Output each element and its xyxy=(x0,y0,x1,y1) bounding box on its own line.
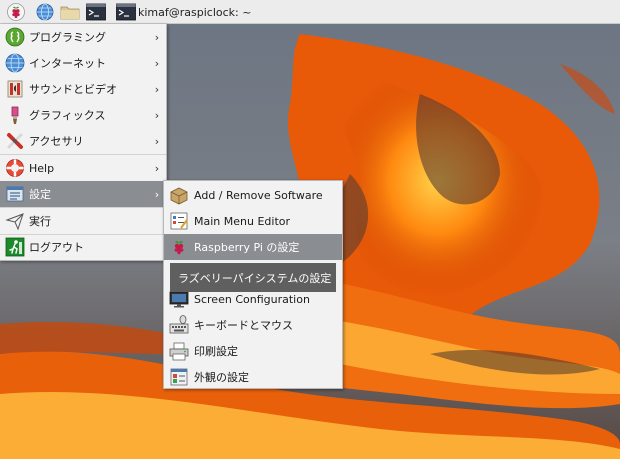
menu-item-internet[interactable]: インターネット › xyxy=(0,50,166,76)
raspberry-menu-button[interactable] xyxy=(6,2,26,22)
keyboard-mouse-icon xyxy=(169,315,189,334)
logout-icon xyxy=(5,237,25,257)
terminal-icon xyxy=(86,3,106,21)
menu-item-graphics[interactable]: グラフィックス › xyxy=(0,102,166,128)
folder-icon xyxy=(60,6,80,20)
programming-icon xyxy=(5,27,25,47)
submenu-item-label: Raspberry Pi の設定 xyxy=(194,241,300,254)
submenu-item-add-remove-software[interactable]: Add / Remove Software xyxy=(164,182,342,208)
preferences-icon xyxy=(6,186,24,202)
taskbar: kimaf@raspiclock: ~ xyxy=(0,0,620,24)
menu-item-label: インターネット xyxy=(29,57,106,70)
web-browser-launcher[interactable] xyxy=(35,2,55,22)
submenu-item-label: キーボードとマウス xyxy=(194,319,293,332)
menu-item-label: 設定 xyxy=(29,188,51,201)
submenu-item-label: Add / Remove Software xyxy=(194,188,323,202)
menu-item-logout[interactable]: ログアウト xyxy=(0,234,166,260)
submenu-item-label: Screen Configuration xyxy=(194,292,310,306)
menu-editor-icon xyxy=(170,212,188,230)
globe-icon xyxy=(36,3,54,21)
submenu-item-main-menu-editor[interactable]: Main Menu Editor xyxy=(164,208,342,234)
run-icon xyxy=(5,213,24,231)
menu-item-label: 実行 xyxy=(29,215,51,228)
chevron-right-icon: › xyxy=(154,134,160,148)
taskbar-window-title: kimaf@raspiclock: ~ xyxy=(138,5,252,19)
submenu-item-raspberry-pi-config[interactable]: Raspberry Pi の設定 xyxy=(164,234,342,260)
raspberry-icon xyxy=(7,3,25,21)
menu-item-sound-video[interactable]: サウンドとビデオ › xyxy=(0,76,166,102)
terminal-icon xyxy=(116,3,136,21)
appearance-icon xyxy=(170,368,188,386)
menu-item-run[interactable]: 実行 xyxy=(0,208,166,234)
terminal-launcher[interactable] xyxy=(86,2,106,22)
tooltip: ラズベリーパイシステムの設定 xyxy=(170,263,336,292)
chevron-right-icon: › xyxy=(154,56,160,70)
graphics-icon xyxy=(11,106,19,124)
taskbar-window-button[interactable]: kimaf@raspiclock: ~ xyxy=(116,2,251,22)
file-manager-launcher[interactable] xyxy=(60,2,80,22)
submenu-item-print-settings[interactable]: 印刷設定 xyxy=(164,338,342,364)
chevron-right-icon: › xyxy=(154,161,160,175)
chevron-right-icon: › xyxy=(154,187,160,201)
menu-item-programming[interactable]: プログラミング › xyxy=(0,24,166,50)
package-icon xyxy=(170,187,188,205)
menu-item-help[interactable]: Help › xyxy=(0,155,166,181)
submenu-item-label: Main Menu Editor xyxy=(194,214,291,228)
globe-icon xyxy=(5,53,25,73)
submenu-item-label: 外観の設定 xyxy=(194,371,249,384)
menu-item-accessories[interactable]: アクセサリ › xyxy=(0,128,166,154)
menu-item-preferences[interactable]: 設定 › xyxy=(0,181,166,207)
menu-item-label: Help xyxy=(29,161,55,175)
printer-icon xyxy=(169,342,189,361)
chevron-right-icon: › xyxy=(154,82,160,96)
chevron-right-icon: › xyxy=(154,108,160,122)
monitor-icon xyxy=(169,291,189,308)
menu-item-label: プログラミング xyxy=(29,31,106,44)
sound-video-icon xyxy=(7,80,23,98)
menu-item-label: サウンドとビデオ xyxy=(29,83,117,96)
menu-item-label: ログアウト xyxy=(29,241,84,254)
menu-item-label: グラフィックス xyxy=(29,109,106,122)
submenu-item-appearance-settings[interactable]: 外観の設定 xyxy=(164,364,342,390)
main-menu: プログラミング › インターネット › サウンドとビデオ › グラフィックス › xyxy=(0,24,167,261)
chevron-right-icon: › xyxy=(154,30,160,44)
accessories-icon xyxy=(7,133,23,149)
submenu-item-keyboard-mouse[interactable]: キーボードとマウス xyxy=(164,312,342,338)
menu-item-label: アクセサリ xyxy=(29,135,84,148)
submenu-item-label: 印刷設定 xyxy=(194,345,238,358)
help-icon xyxy=(6,159,24,177)
raspberry-icon xyxy=(174,240,184,255)
